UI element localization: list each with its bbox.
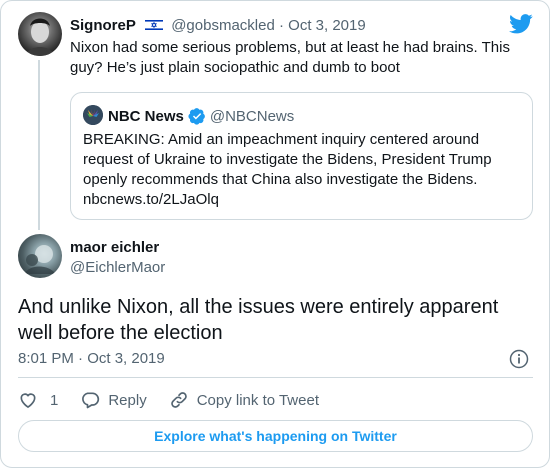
quoted-author-name[interactable]: NBC News [108, 108, 184, 125]
author-handle[interactable]: @gobsmackled [171, 17, 275, 34]
avatar[interactable] [18, 12, 62, 56]
israel-flag-icon [145, 19, 164, 31]
verified-badge-icon [188, 108, 205, 125]
author-handle[interactable]: @EichlerMaor [70, 258, 165, 278]
quoted-tweet-body: BREAKING: Amid an impeachment inquiry ce… [83, 131, 492, 188]
divider [18, 377, 533, 378]
parent-tweet-header: SignoreP @gobsmackled · Oct 3, 2019 [70, 16, 366, 36]
quoted-tweet-header: NBC News @NBCNews [83, 105, 294, 127]
copy-link-label: Copy link to Tweet [196, 391, 319, 409]
reply-icon [82, 392, 100, 409]
main-tweet-author[interactable]: maor eichler @EichlerMaor [18, 234, 518, 280]
avatar [83, 105, 103, 125]
quoted-tweet[interactable]: NBC News @NBCNews BREAKING: Amid an impe… [70, 92, 533, 220]
tweet-timestamp[interactable]: 8:01 PM · Oct 3, 2019 [18, 349, 165, 369]
link-icon [170, 392, 187, 408]
reply-label: Reply [108, 391, 147, 409]
parent-tweet-text: Nixon had some serious problems, but at … [70, 39, 510, 76]
twitter-bird-icon[interactable] [509, 14, 533, 34]
embedded-tweet-card: SignoreP @gobsmackled · Oct 3, 2019 Nixo… [0, 0, 550, 468]
quoted-tweet-text: BREAKING: Amid an impeachment inquiry ce… [83, 130, 523, 210]
thread-connector-line [38, 60, 40, 230]
like-button[interactable]: 1 [18, 390, 58, 410]
header-separator: · [274, 17, 289, 34]
main-tweet-text: And unlike Nixon, all the issues were en… [18, 296, 499, 344]
author-name[interactable]: maor eichler [70, 238, 159, 258]
quoted-author-handle[interactable]: @NBCNews [210, 108, 294, 125]
reply-button[interactable]: Reply [80, 390, 147, 410]
like-count: 1 [50, 391, 59, 409]
heart-icon [20, 393, 36, 409]
explore-twitter-button[interactable]: Explore what's happening on Twitter [18, 420, 533, 452]
tweet-actions: 1 Reply Copy link to Tweet [18, 389, 341, 411]
avatar[interactable] [18, 234, 62, 278]
tweet-date[interactable]: Oct 3, 2019 [288, 17, 366, 34]
quoted-tweet-link[interactable]: nbcnews.to/2LJaOlq [83, 190, 523, 210]
copy-link-button[interactable]: Copy link to Tweet [169, 390, 319, 410]
info-icon[interactable] [509, 349, 529, 369]
author-name[interactable]: SignoreP [70, 17, 136, 34]
